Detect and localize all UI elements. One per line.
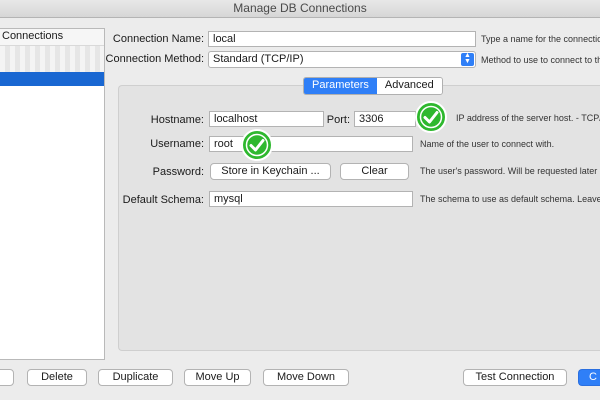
password-hint: The user's password. Will be requested l… <box>420 166 600 176</box>
connection-name-field[interactable]: local <box>208 31 476 47</box>
connection-method-value: Standard (TCP/IP) <box>213 53 304 65</box>
checkmark-icon <box>415 101 447 133</box>
port-field[interactable]: 3306 <box>354 111 416 127</box>
connection-method-label: Connection Method: <box>105 53 204 65</box>
connections-sidebar[interactable]: Connections <box>0 28 105 360</box>
connection-method-hint: Method to use to connect to the <box>481 55 600 65</box>
clear-password-button[interactable]: Clear <box>340 163 409 180</box>
connection-method-select[interactable]: Standard (TCP/IP) ▲ ▼ <box>208 51 476 68</box>
sidebar-item-selected[interactable] <box>0 72 104 86</box>
default-schema-field[interactable]: mysql <box>209 191 413 207</box>
duplicate-button[interactable]: Duplicate <box>98 369 173 386</box>
connection-name-label: Connection Name: <box>112 33 204 45</box>
username-hint: Name of the user to connect with. <box>420 139 555 149</box>
hostname-field[interactable]: localhost <box>209 111 324 127</box>
tab-advanced[interactable]: Advanced <box>376 78 442 94</box>
store-in-keychain-button[interactable]: Store in Keychain ... <box>210 163 331 180</box>
username-label: Username: <box>150 138 204 150</box>
delete-button[interactable]: Delete <box>27 369 87 386</box>
close-button[interactable]: C <box>578 369 600 386</box>
default-schema-hint: The schema to use as default schema. Lea… <box>420 194 600 204</box>
port-label: Port: <box>326 114 350 126</box>
connection-name-hint: Type a name for the connection <box>481 34 600 44</box>
move-down-button[interactable]: Move Down <box>263 369 349 386</box>
password-label: Password: <box>152 166 204 178</box>
hostname-hint: IP address of the server host. - TCP/IP <box>456 113 600 123</box>
move-up-button[interactable]: Move Up <box>184 369 251 386</box>
checkmark-icon <box>241 129 273 161</box>
window-title: Manage DB Connections <box>0 0 600 18</box>
tab-bar: Parameters Advanced <box>303 77 443 95</box>
test-connection-button[interactable]: Test Connection <box>463 369 567 386</box>
default-schema-label: Default Schema: <box>122 194 204 206</box>
chevron-updown-icon: ▲ ▼ <box>461 52 474 66</box>
sidebar-header: Connections <box>0 29 104 46</box>
tab-parameters[interactable]: Parameters <box>304 78 377 94</box>
new-connection-button[interactable] <box>0 369 14 386</box>
hostname-label: Hostname: <box>150 114 204 126</box>
sidebar-item-blurred[interactable] <box>0 46 104 72</box>
